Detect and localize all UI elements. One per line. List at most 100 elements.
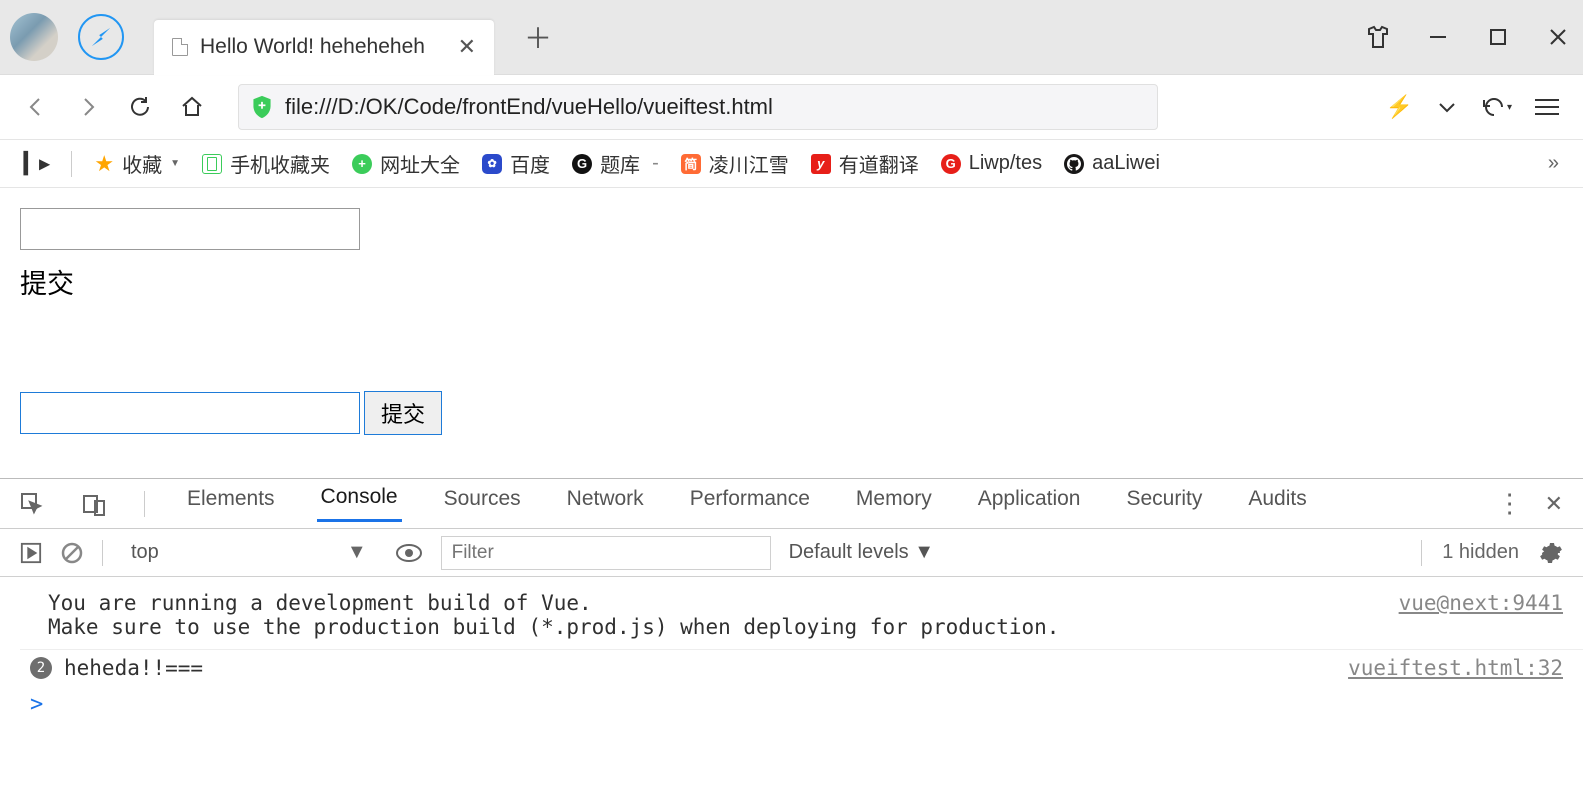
tab-close-icon[interactable]: ✕ [458, 34, 476, 60]
devtools-tabs: Elements Console Sources Network Perform… [0, 479, 1583, 529]
address-bar[interactable]: file:///D:/OK/Code/frontEnd/vueHello/vue… [238, 84, 1158, 130]
titlebar: Hello World! heheheheh ✕ ＋ [0, 0, 1583, 75]
forward-button[interactable] [72, 91, 104, 123]
bolt-icon[interactable]: ⚡ [1386, 94, 1413, 120]
submit-label: 提交 [20, 262, 1563, 301]
navbar: file:///D:/OK/Code/frontEnd/vueHello/vue… [0, 75, 1583, 140]
baidu-icon: ✿ [482, 154, 502, 174]
mobile-icon [202, 154, 222, 174]
tab-audits[interactable]: Audits [1244, 487, 1310, 521]
tab-memory[interactable]: Memory [852, 487, 936, 521]
console-log-row: You are running a development build of V… [20, 587, 1583, 643]
text-input-2[interactable] [20, 392, 360, 434]
minimize-button[interactable] [1423, 22, 1453, 52]
plus-icon: + [352, 154, 372, 174]
bookmark-label: Liwp/tes [969, 152, 1042, 175]
device-toggle-icon[interactable] [82, 492, 106, 516]
bookmark-label: 网址大全 [380, 149, 460, 178]
browser-tab[interactable]: Hello World! heheheheh ✕ [154, 20, 494, 75]
home-button[interactable] [176, 91, 208, 123]
tab-performance[interactable]: Performance [686, 487, 814, 521]
favorites-button[interactable]: ★ 收藏 ▼ [94, 149, 180, 178]
tshirt-icon[interactable] [1363, 22, 1393, 52]
tab-title: Hello World! heheheheh [200, 35, 438, 59]
bookmark-label: 百度 [510, 149, 550, 178]
youdao-icon: y [811, 154, 831, 174]
log-source-link[interactable]: vueiftest.html:32 [1348, 656, 1563, 680]
favorites-label: 收藏 [122, 149, 162, 178]
play-icon[interactable] [20, 542, 42, 564]
bookmark-label: 有道翻译 [839, 149, 919, 178]
bookmark-label: 凌川江雪 [709, 149, 789, 178]
log-message: You are running a development build of V… [48, 591, 1399, 639]
context-label: top [131, 541, 159, 564]
devtools-close-icon[interactable]: ✕ [1545, 491, 1563, 517]
menu-button[interactable] [1531, 91, 1563, 123]
tab-console[interactable]: Console [317, 485, 402, 522]
tab-network[interactable]: Network [563, 487, 648, 521]
hidden-count[interactable]: 1 hidden [1442, 541, 1519, 564]
bookmark-label: 题库 [600, 149, 640, 178]
github-icon [1064, 154, 1084, 174]
new-tab-button[interactable]: ＋ [524, 17, 552, 57]
jian-icon: 简 [681, 154, 701, 174]
page-content: 提交 提交 [0, 188, 1583, 478]
devtools-indicator-icon[interactable]: ▎▸ [24, 151, 49, 176]
file-icon [172, 38, 188, 56]
text-input-1[interactable] [20, 208, 360, 250]
devtools-menu-icon[interactable]: ⋮ [1497, 488, 1523, 519]
devtools-panel: Elements Console Sources Network Perform… [0, 478, 1583, 727]
filter-input[interactable] [441, 536, 771, 570]
console-log-row: 2 heheda!!=== vueiftest.html:32 [20, 649, 1583, 686]
bookmark-lingchuan[interactable]: 简凌川江雪 [681, 149, 789, 178]
undo-icon[interactable]: ▾ [1481, 91, 1513, 123]
bookmark-label: aaLiwei [1092, 152, 1160, 175]
log-source-link[interactable]: vue@next:9441 [1399, 591, 1563, 639]
log-count-badge: 2 [30, 657, 52, 679]
star-icon: ★ [94, 151, 114, 177]
bookmark-aaliwei[interactable]: aaLiwei [1064, 152, 1160, 175]
user-avatar[interactable] [10, 13, 58, 61]
bookmark-baidu[interactable]: ✿ 百度 [482, 149, 550, 178]
eye-icon[interactable] [395, 543, 423, 563]
tab-elements[interactable]: Elements [183, 487, 279, 521]
console-prompt[interactable]: > [20, 686, 1583, 717]
tab-application[interactable]: Application [974, 487, 1085, 521]
bookmark-label: 手机收藏夹 [230, 149, 330, 178]
back-button[interactable] [20, 91, 52, 123]
separator [144, 491, 145, 517]
maximize-button[interactable] [1483, 22, 1513, 52]
tab-security[interactable]: Security [1122, 487, 1206, 521]
bookmark-mobile[interactable]: 手机收藏夹 [202, 149, 330, 178]
bookmark-tiku[interactable]: G 题库- [572, 149, 659, 178]
close-window-button[interactable] [1543, 22, 1573, 52]
gitee-icon: G [941, 154, 961, 174]
separator [71, 151, 72, 177]
log-message: heheda!!=== [64, 656, 1348, 680]
gear-icon[interactable] [1539, 541, 1563, 565]
bookmark-youdao[interactable]: y 有道翻译 [811, 149, 919, 178]
bookmark-sitenav[interactable]: + 网址大全 [352, 149, 460, 178]
clear-console-icon[interactable] [60, 541, 84, 565]
prompt-icon: > [30, 692, 43, 717]
bookmark-dash: - [652, 152, 659, 175]
levels-selector[interactable]: Default levels ▼ [789, 541, 934, 564]
dropdown-icon: ▼ [170, 158, 180, 169]
tab-sources[interactable]: Sources [440, 487, 525, 521]
tiku-icon: G [572, 154, 592, 174]
bookmarks-bar: ▎▸ ★ 收藏 ▼ 手机收藏夹 + 网址大全 ✿ 百度 G 题库- 简凌川江雪 y 有道翻译… [0, 140, 1583, 188]
inspect-icon[interactable] [20, 492, 44, 516]
url-text: file:///D:/OK/Code/frontEnd/vueHello/vue… [285, 94, 1145, 120]
context-selector[interactable]: top▼ [121, 541, 377, 564]
console-output: You are running a development build of V… [0, 577, 1583, 727]
submit-button[interactable]: 提交 [364, 391, 442, 435]
console-toolbar: top▼ Default levels ▼ 1 hidden [0, 529, 1583, 577]
reload-button[interactable] [124, 91, 156, 123]
bookmarks-more-icon[interactable]: » [1548, 152, 1559, 175]
separator [102, 540, 103, 566]
browser-navigation-icon[interactable] [78, 14, 124, 60]
chevron-down-icon[interactable] [1431, 91, 1463, 123]
separator [1421, 540, 1422, 566]
shield-icon [251, 95, 273, 119]
bookmark-liwp[interactable]: G Liwp/tes [941, 152, 1042, 175]
